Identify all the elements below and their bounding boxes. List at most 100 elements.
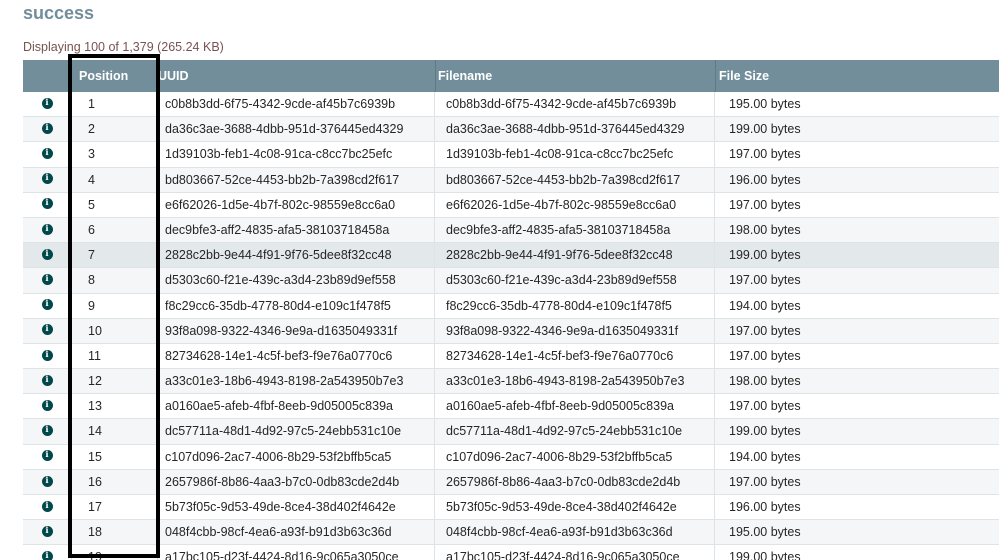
column-header-position[interactable]: Position (79, 60, 128, 92)
uuid-cell: c107d096-2ac7-4006-8b29-53f2bffb5ca5 (158, 444, 435, 470)
row-info-cell[interactable]: i (23, 217, 72, 244)
table-row[interactable]: i 15 c107d096-2ac7-4006-8b29-53f2bffb5ca5 c… (23, 444, 999, 470)
table-row[interactable]: i 4 bd803667-52ce-4453-bb2b-7a398cd2f617 bd… (23, 167, 999, 193)
row-info-cell[interactable]: i (23, 293, 72, 319)
row-info-cell[interactable]: i (23, 167, 72, 193)
row-info-cell[interactable]: i (23, 394, 72, 420)
page-title: success (23, 3, 95, 23)
filename-cell: 93f8a098-9322-4346-9e9a-d1635049331f (435, 318, 715, 344)
table-row[interactable]: i 12 a33c01e3-18b6-4943-8198-2a543950b7e3 a… (23, 369, 999, 395)
row-info-cell[interactable]: i (23, 369, 72, 395)
position-cell: 14 (72, 419, 158, 445)
table-row[interactable]: i 1 c0b8b3dd-6f75-4342-9cde-af45b7c6939b c0… (23, 92, 999, 118)
filename-cell: c0b8b3dd-6f75-4342-9cde-af45b7c6939b (435, 92, 715, 118)
info-icon[interactable]: i (41, 148, 53, 160)
row-info-cell[interactable]: i (23, 243, 72, 269)
info-icon[interactable]: i (41, 248, 53, 260)
row-info-cell[interactable]: i (23, 495, 72, 521)
column-header-uuid[interactable]: UUID (158, 60, 189, 92)
filename-cell: a17bc105-d23f-4424-8d16-9c065a3050ce (435, 545, 715, 560)
info-icon[interactable]: i (41, 425, 53, 437)
filename-cell: dec9bfe3-aff2-4835-afa5-38103718458a (435, 217, 715, 244)
info-icon[interactable]: i (41, 274, 53, 286)
filename-cell: c107d096-2ac7-4006-8b29-53f2bffb5ca5 (435, 444, 715, 470)
table-row[interactable]: i 17 5b73f05c-9d53-49de-8ce4-38d402f4642e 5… (23, 495, 999, 521)
table-row[interactable]: i 9 f8c29cc6-35db-4778-80d4-e109c1f478f5 f8… (23, 293, 999, 319)
table-row[interactable]: i 6 dec9bfe3-aff2-4835-afa5-38103718458a de… (23, 217, 999, 244)
file-size-cell: 197.00 bytes (715, 394, 999, 420)
column-divider[interactable] (435, 60, 436, 92)
table-row[interactable]: i 10 93f8a098-9322-4346-9e9a-d1635049331f 9… (23, 318, 999, 344)
info-icon[interactable]: i (41, 551, 53, 560)
info-icon[interactable]: i (41, 299, 53, 311)
filename-cell: 2657986f-8b86-4aa3-b7c0-0db83cde2d4b (435, 469, 715, 495)
uuid-cell: f8c29cc6-35db-4778-80d4-e109c1f478f5 (158, 293, 435, 319)
row-info-cell[interactable]: i (23, 469, 72, 495)
uuid-cell: bd803667-52ce-4453-bb2b-7a398cd2f617 (158, 167, 435, 193)
position-cell: 13 (72, 394, 158, 420)
queue-summary: Displaying 100 of 1,379 (265.24 KB) (23, 40, 224, 54)
file-size-cell: 198.00 bytes (715, 218, 999, 244)
info-icon[interactable]: i (41, 399, 53, 411)
uuid-cell: d5303c60-f21e-439c-a3d4-23b89d9ef558 (158, 268, 435, 294)
position-cell: 7 (72, 243, 158, 269)
table-row[interactable]: i 5 e6f62026-1d5e-4b7f-802c-98559e8cc6a0 e6… (23, 192, 999, 218)
row-info-cell[interactable]: i (23, 268, 72, 294)
info-icon[interactable]: i (41, 525, 53, 537)
info-icon[interactable]: i (41, 349, 53, 361)
filename-cell: 2828c2bb-9e44-4f91-9f76-5dee8f32cc48 (435, 243, 715, 269)
file-size-cell: 199.00 bytes (715, 545, 999, 560)
file-size-cell: 197.00 bytes (715, 268, 999, 294)
row-info-cell[interactable]: i (23, 343, 72, 370)
info-icon[interactable]: i (41, 97, 53, 109)
file-size-cell: 199.00 bytes (715, 419, 999, 445)
table-row[interactable]: i 8 d5303c60-f21e-439c-a3d4-23b89d9ef558 d5… (23, 268, 999, 294)
table-row[interactable]: i 3 1d39103b-feb1-4c08-91ca-c8cc7bc25efc 1d… (23, 142, 999, 168)
position-cell: 11 (72, 343, 158, 370)
info-icon[interactable]: i (41, 475, 53, 487)
table-row[interactable]: i 16 2657986f-8b86-4aa3-b7c0-0db83cde2d4b 2… (23, 469, 999, 495)
row-info-cell[interactable]: i (23, 520, 72, 546)
uuid-cell: 2657986f-8b86-4aa3-b7c0-0db83cde2d4b (158, 469, 435, 495)
position-cell: 18 (72, 520, 158, 546)
uuid-cell: dc57711a-48d1-4d92-97c5-24ebb531c10e (158, 419, 435, 445)
position-cell: 9 (72, 293, 158, 319)
position-cell: 1 (72, 92, 158, 118)
info-icon[interactable]: i (41, 500, 53, 512)
uuid-cell: c0b8b3dd-6f75-4342-9cde-af45b7c6939b (158, 92, 435, 118)
table-row[interactable]: i 2 da36c3ae-3688-4dbb-951d-376445ed4329 da… (23, 117, 999, 143)
row-info-cell[interactable]: i (23, 92, 72, 118)
column-header-filename[interactable]: Filename (438, 60, 492, 92)
info-icon[interactable]: i (41, 122, 53, 134)
row-info-cell[interactable]: i (23, 318, 72, 344)
row-info-cell[interactable]: i (23, 192, 72, 218)
uuid-cell: a0160ae5-afeb-4fbf-8eeb-9d05005c839a (158, 394, 435, 420)
info-icon[interactable]: i (41, 173, 53, 185)
uuid-cell: a33c01e3-18b6-4943-8198-2a543950b7e3 (158, 369, 435, 395)
filename-cell: dc57711a-48d1-4d92-97c5-24ebb531c10e (435, 419, 715, 445)
table-row[interactable]: i 11 82734628-14e1-4c5f-bef3-f9e76a0770c6 8… (23, 343, 999, 370)
uuid-cell: 1d39103b-feb1-4c08-91ca-c8cc7bc25efc (158, 142, 435, 168)
file-size-cell: 199.00 bytes (715, 243, 999, 269)
info-icon[interactable]: i (41, 198, 53, 210)
column-header-file-size[interactable]: File Size (719, 60, 769, 92)
filename-cell: 048f4cbb-98cf-4ea6-a93f-b91d3b63c36d (435, 520, 715, 546)
row-info-cell[interactable]: i (23, 142, 72, 168)
info-icon[interactable]: i (41, 450, 53, 462)
position-cell: 8 (72, 268, 158, 294)
info-icon[interactable]: i (41, 223, 53, 235)
info-icon[interactable]: i (41, 374, 53, 386)
table-row[interactable]: i 19 a17bc105-d23f-4424-8d16-9c065a3050ce a… (23, 545, 999, 560)
row-info-cell[interactable]: i (23, 419, 72, 445)
filename-cell: 82734628-14e1-4c5f-bef3-f9e76a0770c6 (435, 343, 715, 370)
table-row[interactable]: i 14 dc57711a-48d1-4d92-97c5-24ebb531c10e d… (23, 419, 999, 445)
table-row[interactable]: i 7 2828c2bb-9e44-4f91-9f76-5dee8f32cc48 28… (23, 243, 999, 269)
row-info-cell[interactable]: i (23, 117, 72, 143)
info-icon[interactable]: i (41, 324, 53, 336)
row-info-cell[interactable]: i (23, 444, 72, 470)
column-divider[interactable] (715, 60, 716, 92)
table-row[interactable]: i 13 a0160ae5-afeb-4fbf-8eeb-9d05005c839a a… (23, 394, 999, 420)
file-size-cell: 197.00 bytes (715, 193, 999, 218)
row-info-cell[interactable]: i (23, 545, 72, 560)
table-row[interactable]: i 18 048f4cbb-98cf-4ea6-a93f-b91d3b63c36d 0… (23, 520, 999, 546)
